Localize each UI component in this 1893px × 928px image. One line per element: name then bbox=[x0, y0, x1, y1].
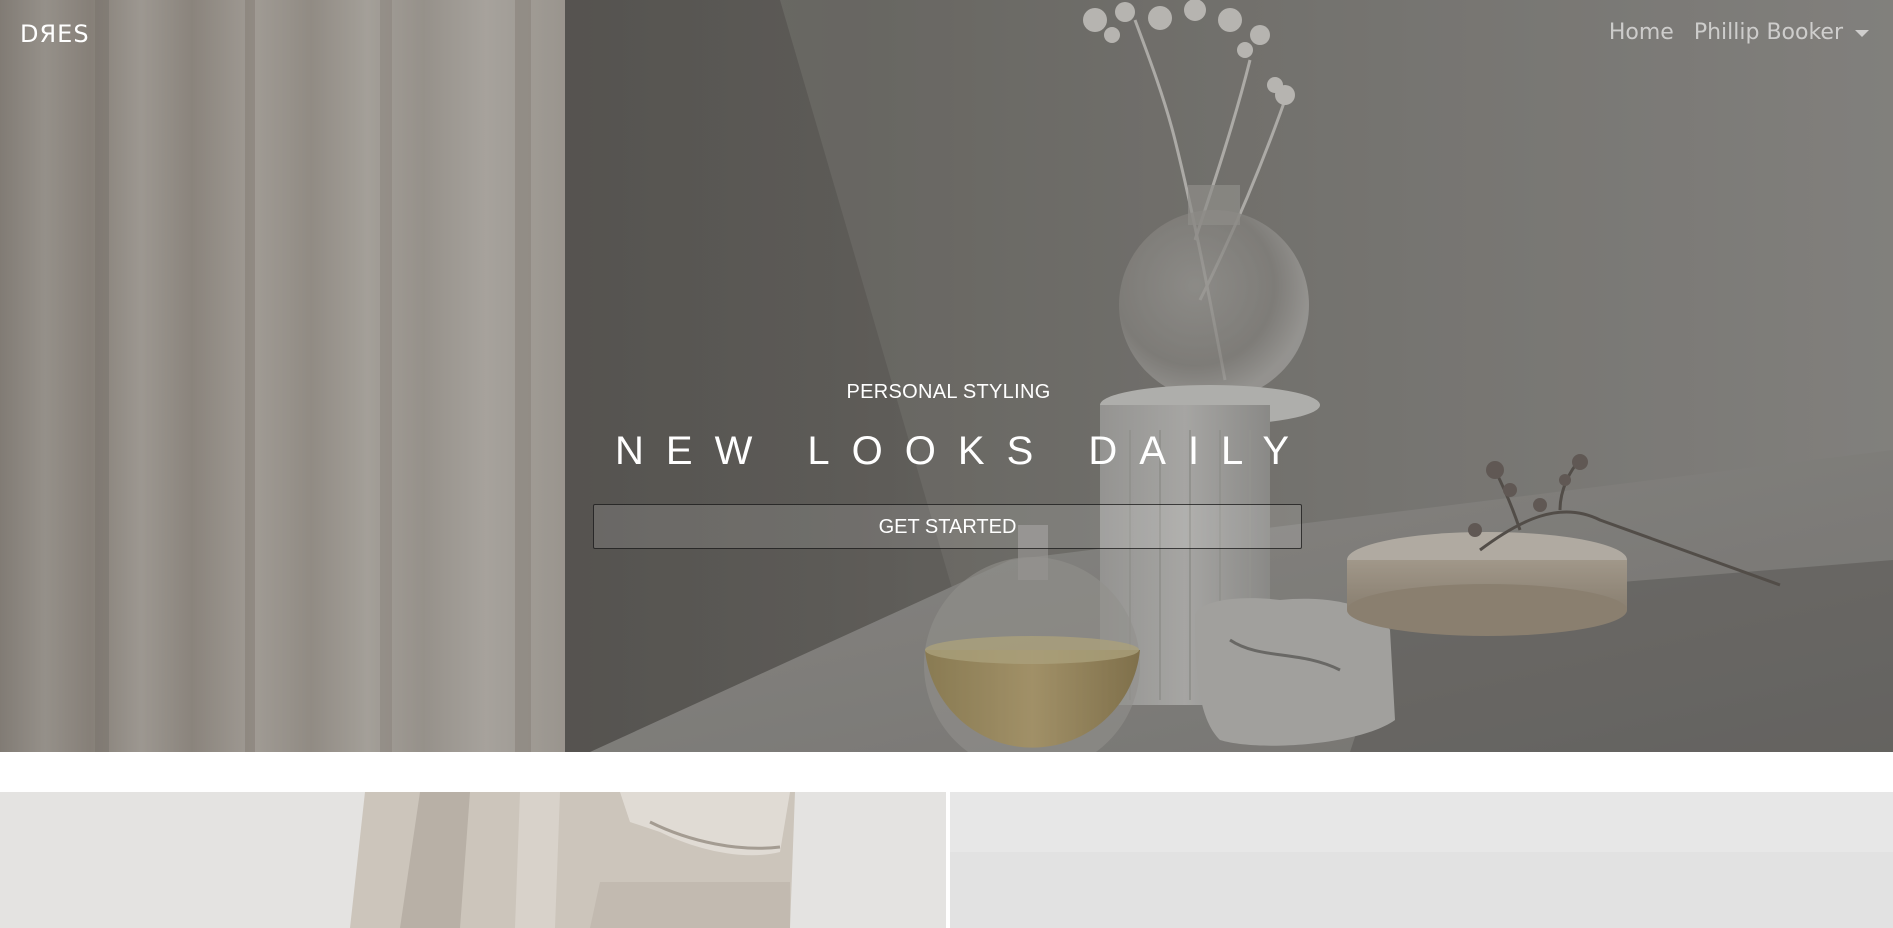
hero-section: DЯES Home Phillip Booker PERSONAL STYLIN… bbox=[0, 0, 1893, 752]
feature-tile-right[interactable] bbox=[950, 792, 1893, 928]
garment-image bbox=[0, 792, 946, 928]
navbar: DЯES Home Phillip Booker bbox=[0, 0, 1893, 70]
hero-background-image bbox=[0, 0, 1893, 752]
brand-logo[interactable]: DЯES bbox=[20, 20, 90, 48]
user-menu-label: Phillip Booker bbox=[1693, 20, 1843, 45]
feature-tiles bbox=[0, 792, 1893, 928]
hero-content: PERSONAL STYLING NEW LOOKS DAILY GET STA… bbox=[593, 378, 1304, 549]
feature-tile-left[interactable] bbox=[0, 792, 946, 928]
get-started-button[interactable]: GET STARTED bbox=[593, 504, 1302, 549]
feature-image-right bbox=[950, 792, 1893, 928]
page: DЯES Home Phillip Booker PERSONAL STYLIN… bbox=[0, 0, 1893, 928]
hero-headline: NEW LOOKS DAILY bbox=[615, 429, 1312, 473]
user-menu-dropdown[interactable]: Phillip Booker bbox=[1694, 20, 1869, 45]
nav-link-home[interactable]: Home bbox=[1609, 20, 1674, 45]
chevron-down-icon bbox=[1855, 30, 1869, 37]
hero-eyebrow: PERSONAL STYLING bbox=[846, 381, 1051, 403]
nav-links: Home Phillip Booker bbox=[1589, 20, 1869, 45]
